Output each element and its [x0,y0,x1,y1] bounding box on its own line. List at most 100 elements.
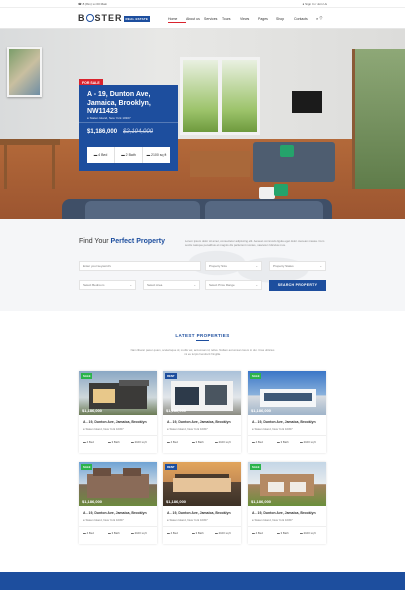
site-logo[interactable]: B STER REAL ESTATE [78,13,151,23]
card-divider [79,122,178,123]
featured-address[interactable]: A - 19, Dunton Ave, Jamaica, Brooklyn, N… [87,91,175,117]
property-location: ● Staten Island, New York 10307 [167,518,208,522]
side-sofa [253,142,335,182]
bed-feature: ▬ 4 Bed [252,440,263,444]
phone-number[interactable]: ☎ 8 (8xx) xx 00 Main [78,2,107,6]
property-price: $1,186,000 [166,408,187,413]
bath-feature: ▬ 3 Bath [277,440,289,444]
area-feature: ▬ 2100 sq ft [300,531,316,535]
card-divider [248,435,326,436]
sign-in-link[interactable]: ● Sign In / Join Us [303,2,328,6]
chevron-down-icon: ⌄ [319,264,322,268]
property-card[interactable]: RENT $1,186,000 A - 19, Dunton Ave, Jama… [163,371,241,453]
property-location: ● Staten Island, New York 10307 [252,518,293,522]
property-status-select[interactable]: Property Status ⌄ [269,261,326,271]
featured-price: $1,186,000 [87,129,118,135]
property-title[interactable]: A - 19, Dunton Ave, Jamaica, Brooklyn [252,420,316,424]
search-property-button[interactable]: SEARCH PROPERTY [269,280,326,291]
price-range-select[interactable]: Select Price Range ⌄ [205,280,262,290]
console-leg [4,145,7,189]
property-price: $1,186,000 [166,499,187,504]
logo-text: STER [94,13,123,23]
property-price: $1,186,000 [251,499,272,504]
property-card[interactable]: SALE $1,186,000 A - 19, Dunton Ave, Jama… [248,371,326,453]
featured-old-price: $2,104,000 [123,129,154,135]
property-title[interactable]: A - 19, Dunton Ave, Jamaica, Brooklyn [167,511,231,515]
nav-item-tours[interactable]: Tours [222,17,240,23]
bed-feature: ▬ 4 Bed [167,440,178,444]
status-badge: SALE [250,373,262,379]
search-section: Find Your Perfect Property Lorem ipsum d… [0,219,405,311]
glass-door [352,49,405,189]
featured-features: ▬ 4 Bed ▬ 2 Bath ▬ 2100 sq ft [87,147,170,163]
latest-properties-title: LATEST PROPERTIES [175,333,230,338]
bath-feature: ▬ 3 Bath [108,440,120,444]
sofa-cushion [205,201,323,219]
property-title[interactable]: A - 19, Dunton Ave, Jamaica, Brooklyn [252,511,316,515]
nav-item-contacts[interactable]: Contacts [294,17,312,23]
main-nav: Home About us Services Tours Views Pages… [168,17,312,23]
bath-feature: ▬ 3 Bath [108,531,120,535]
nav-item-home[interactable]: Home [168,17,186,23]
bed-feature: ▬ 4 Bed [167,531,178,535]
property-title[interactable]: A - 19, Dunton Ave, Jamaica, Brooklyn [83,511,147,515]
nav-item-views[interactable]: Views [240,17,258,23]
footer-band [0,572,405,590]
bed-feature: ▬ 4 Bed [83,531,94,535]
bed-feature: ▬ 4 Bed [83,440,94,444]
property-title[interactable]: A - 19, Dunton Ave, Jamaica, Brooklyn [167,420,231,424]
bed-feature: ▬ 4 Bed [87,147,115,163]
chevron-down-icon: ⌄ [255,283,258,287]
property-location: ● Staten Island, New York 10307 [83,427,124,431]
area-select[interactable]: Select Area ⌄ [143,280,200,290]
property-location: ● Staten Island, New York 10307 [167,427,208,431]
property-size-select[interactable]: Property Size ⌄ [205,261,262,271]
console-leg [52,145,55,189]
property-card[interactable]: SALE $1,186,000 A - 19, Dunton Ave, Jama… [248,462,326,544]
logo-circle-icon [86,14,94,22]
bath-feature: ▬ 2 Bath [115,147,143,163]
card-divider [79,435,157,436]
keyword-input[interactable]: Enter your keyword's [79,261,201,271]
featured-location: ● Staten Island, New York 10307 [87,116,131,120]
green-pillow [280,145,294,157]
property-title[interactable]: A - 19, Dunton Ave, Jamaica, Brooklyn [83,420,147,424]
chevron-down-icon: ⌄ [129,283,132,287]
status-badge: SALE [250,464,262,470]
property-card[interactable]: RENT $1,186,000 A - 19, Dunton Ave, Jama… [163,462,241,544]
nav-item-pages[interactable]: Pages [258,17,276,23]
bedroom-select[interactable]: Select Bedroom ⌄ [79,280,136,290]
card-divider [163,526,241,527]
area-feature: ▬ 2100 sq ft [131,440,147,444]
main-header: B STER REAL ESTATE Home About us Services … [0,8,405,29]
logo-letter: B [78,13,86,23]
card-divider [163,435,241,436]
search-cart-icon[interactable]: ⌕ ♡ [316,16,322,21]
property-location: ● Staten Island, New York 10307 [83,518,124,522]
wall-tv [292,91,322,113]
latest-properties-description: Nam liberar pacer quam, scelerisque id, … [130,348,275,357]
nav-item-shop[interactable]: Shop [276,17,294,23]
property-price: $1,186,000 [82,408,103,413]
area-feature: ▬ 2100 sq ft [215,531,231,535]
property-card[interactable]: SALE $1,186,000 A - 19, Dunton Ave, Jama… [79,462,157,544]
card-divider [79,526,157,527]
property-price: $1,186,000 [251,408,272,413]
status-badge: RENT [165,464,177,470]
property-price: $1,186,000 [82,499,103,504]
nav-item-services[interactable]: Services [204,17,222,23]
status-badge: RENT [165,373,177,379]
status-badge: SALE [81,464,93,470]
area-feature: ▬ 2100 sq ft [300,440,316,444]
nav-item-about[interactable]: About us [186,17,204,23]
wall-painting [7,47,42,97]
console-table [0,139,60,145]
featured-property-card[interactable]: A - 19, Dunton Ave, Jamaica, Brooklyn, N… [79,85,178,171]
chevron-down-icon: ⌄ [193,283,196,287]
top-bar: ☎ 8 (8xx) xx 00 Main ● Sign In / Join Us [0,0,405,8]
page: ☎ 8 (8xx) xx 00 Main ● Sign In / Join Us… [0,0,405,590]
sofa-cushion [85,201,200,219]
property-card[interactable]: SALE $1,186,000 A - 19, Dunton Ave, Jama… [79,371,157,453]
bath-feature: ▬ 3 Bath [277,531,289,535]
area-feature: ▬ 2100 sq ft [215,440,231,444]
